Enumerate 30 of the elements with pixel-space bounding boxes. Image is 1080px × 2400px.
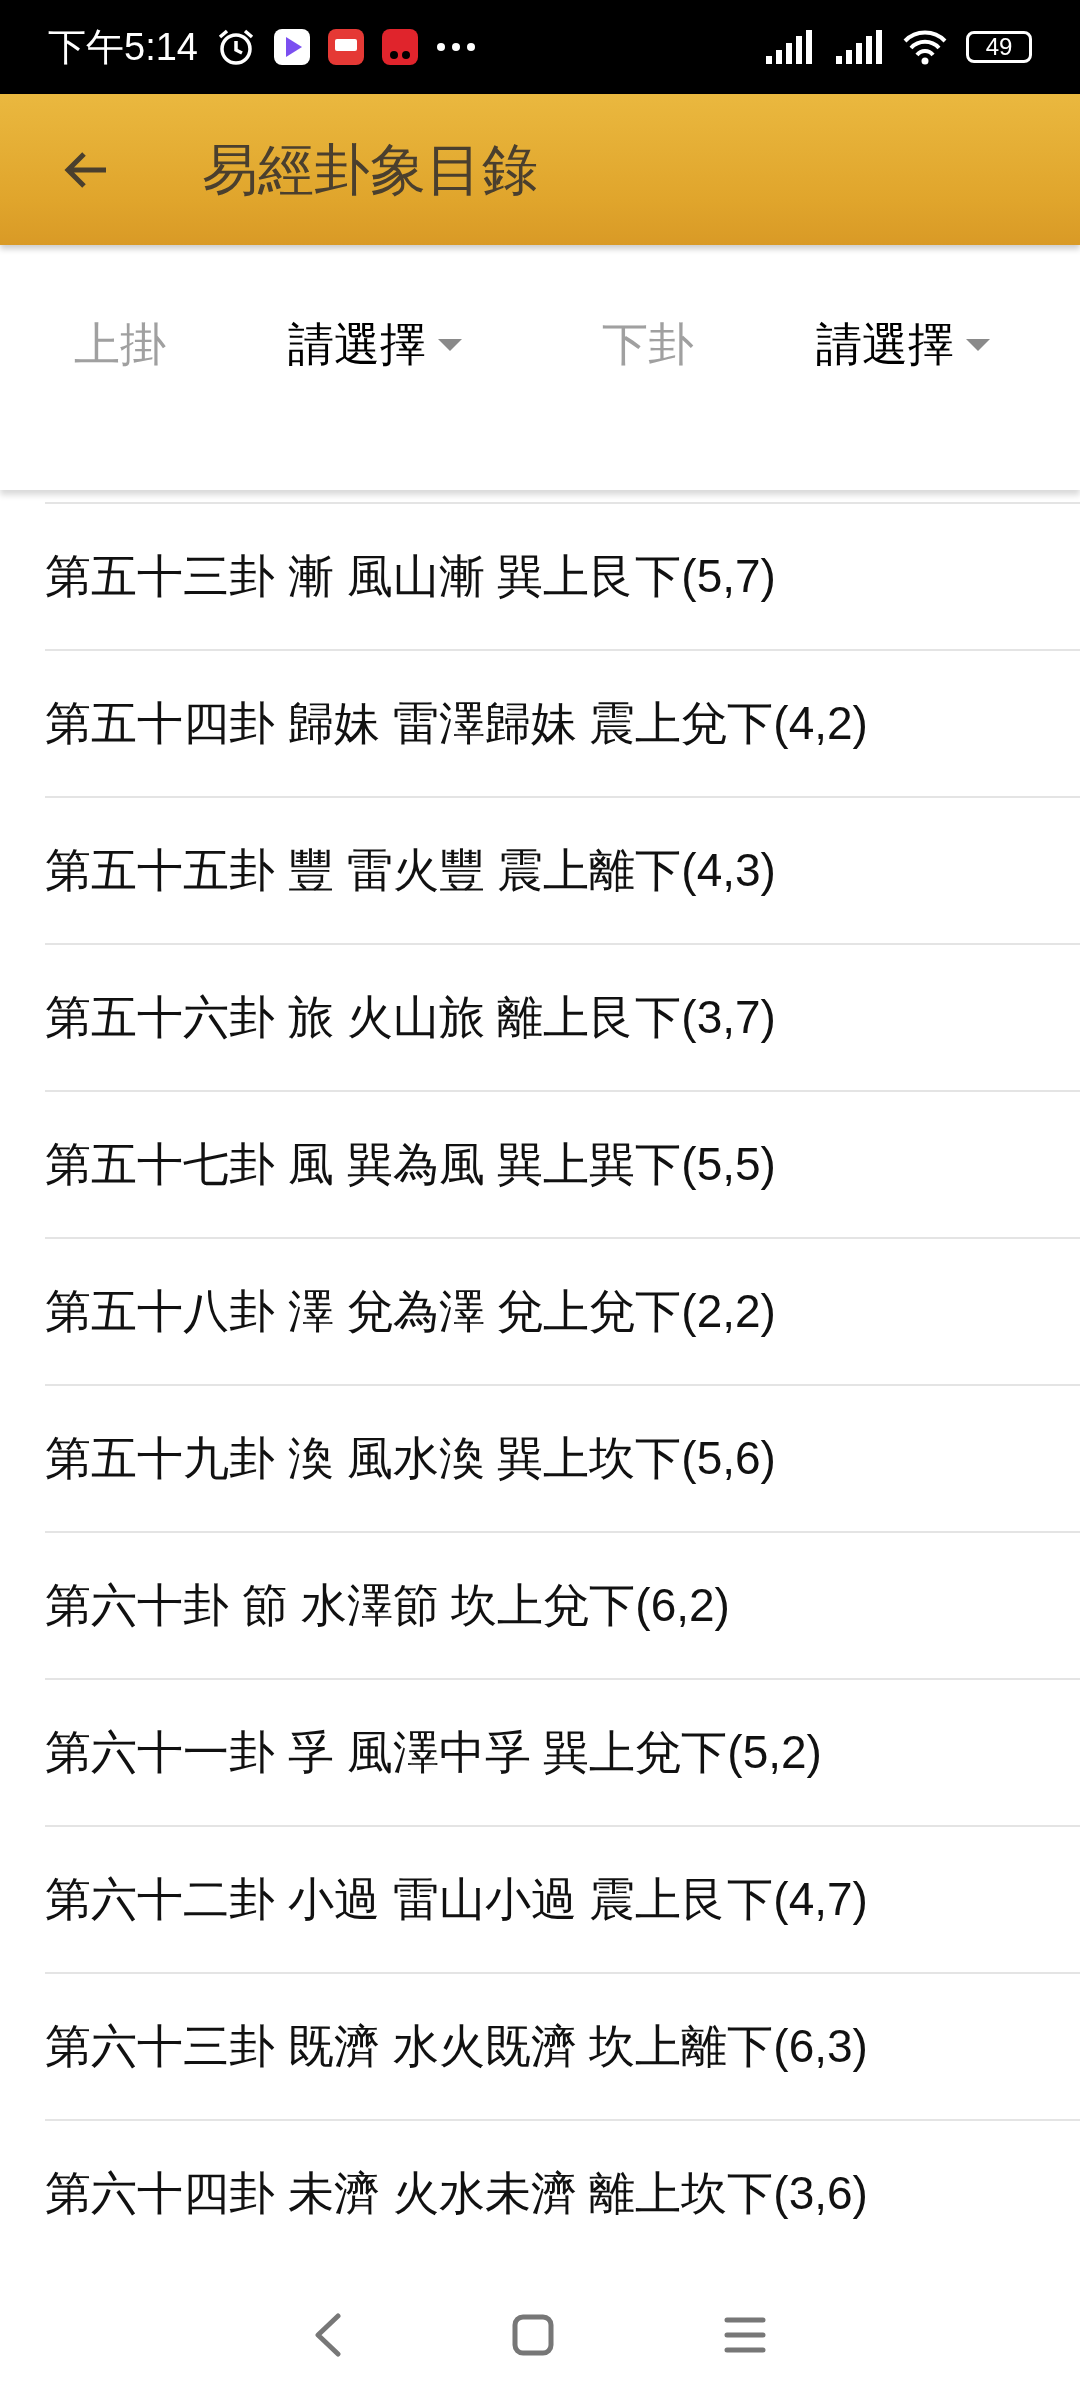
hexagram-item[interactable]: 第六十一卦 孚 風澤中孚 巽上兌下(5,2) (45, 1718, 822, 1787)
hexagram-item[interactable]: 第五十七卦 風 巽為風 巽上巽下(5,5) (45, 1130, 776, 1199)
more-icon (435, 42, 476, 52)
filter-label: 上掛 (74, 317, 167, 372)
play-app-icon (273, 29, 310, 65)
status-time: 下午5:14 (48, 24, 198, 70)
home-nav-icon[interactable] (512, 2314, 554, 2356)
hexagram-item[interactable]: 第六十卦 節 水澤節 坎上兌下(6,2) (45, 1571, 730, 1640)
hexagram-item[interactable]: 第六十二卦 小過 雷山小過 震上艮下(4,7) (45, 1865, 868, 1934)
hexagram-item[interactable]: 第五十八卦 澤 兌為澤 兌上兌下(2,2) (45, 1277, 776, 1346)
filter-label: 下卦 (602, 317, 695, 372)
hexagram-item[interactable]: 第五十九卦 渙 風水渙 巽上坎下(5,6) (45, 1424, 776, 1493)
back-nav-icon[interactable] (314, 2313, 342, 2357)
back-arrow-icon (64, 149, 108, 190)
menu-icon[interactable] (724, 2316, 766, 2354)
battery-icon: 49 (966, 31, 1032, 63)
hexagram-item[interactable]: 第六十三卦 既濟 水火既濟 坎上離下(6,3) (45, 2012, 868, 2081)
hexagram-item[interactable]: 第五十四卦 歸妹 雷澤歸妹 震上兌下(4,2) (45, 689, 868, 758)
caret-icon (966, 338, 990, 351)
caret-icon (438, 338, 462, 351)
dropdown-button[interactable]: 請選擇 (816, 310, 990, 379)
wifi-icon (902, 29, 948, 65)
news-app-icon (327, 29, 364, 65)
hexagram-item[interactable]: 第六十四卦 未濟 火水未濟 離上坎下(3,6) (45, 2159, 868, 2228)
hexagram-item[interactable]: 第五十五卦 豐 雷火豐 震上離下(4,3) (45, 836, 776, 905)
hexagram-item[interactable]: 第五十三卦 漸 風山漸 巽上艮下(5,7) (45, 542, 776, 611)
page-title: 易經卦象目錄 (202, 136, 538, 203)
dropdown-button[interactable]: 請選擇 (288, 310, 462, 379)
shopping-app-icon (381, 29, 418, 65)
hexagram-item[interactable]: 第五十六卦 旅 火山旅 離上艮下(3,7) (45, 983, 776, 1052)
